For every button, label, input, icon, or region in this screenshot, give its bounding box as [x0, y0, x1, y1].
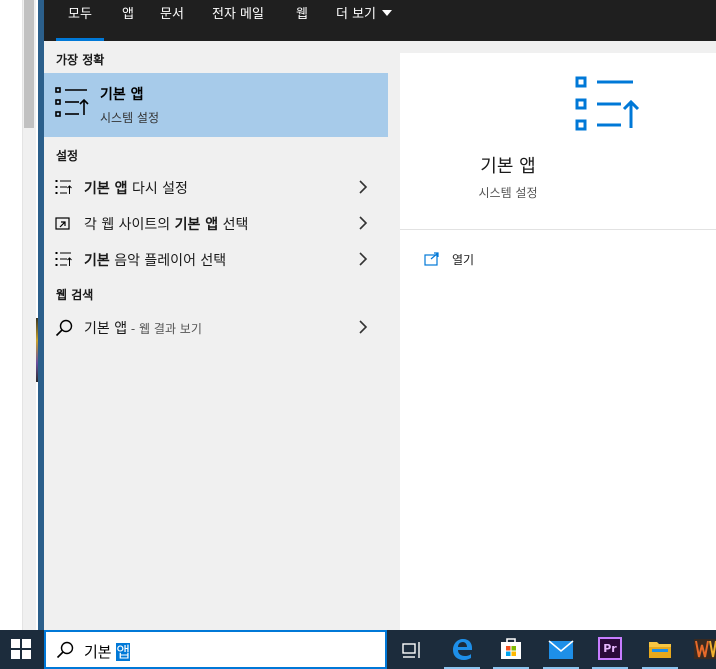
edge-taskbar-button[interactable]: [438, 630, 486, 669]
premiere-pro-icon: Pr: [598, 637, 622, 660]
preview-panel: [400, 53, 716, 630]
tab-more[interactable]: 더 보기: [336, 0, 393, 41]
panel-separator: [390, 41, 400, 630]
chevron-right-icon: [359, 320, 368, 334]
setting-label: 각 웹 사이트의: [84, 217, 175, 233]
store-icon: [501, 638, 521, 659]
search-text-selected: 앱: [116, 643, 131, 661]
tab-email[interactable]: 전자 메일: [212, 0, 264, 41]
settings-item-reset-default-apps[interactable]: 기본 앱 다시 설정: [44, 169, 388, 205]
search-filter-bar: 모두 앱 문서 전자 메일 웹 더 보기: [44, 0, 716, 41]
tab-label: 전자 메일: [212, 7, 264, 22]
search-icon: [55, 319, 73, 337]
tab-label: 웹: [296, 7, 308, 22]
task-view-button[interactable]: [388, 630, 436, 669]
default-apps-icon: [55, 180, 72, 194]
app-icon: [694, 639, 716, 659]
best-match-header: 가장 정확: [56, 53, 105, 67]
premiere-pro-taskbar-button[interactable]: Pr: [586, 630, 634, 669]
edge-icon: [453, 639, 472, 660]
default-apps-icon: [55, 87, 89, 117]
settings-item-music-player[interactable]: 기본 음악 플레이어 선택: [44, 241, 388, 277]
store-taskbar-button[interactable]: [487, 630, 535, 669]
settings-item-choose-by-protocol[interactable]: 각 웹 사이트의 기본 앱 선택: [44, 205, 388, 241]
search-box[interactable]: 기본 앱: [44, 630, 387, 669]
setting-label: 다시 설정: [127, 181, 188, 197]
chevron-down-icon: [382, 10, 393, 16]
tab-documents[interactable]: 문서: [160, 0, 184, 41]
file-explorer-taskbar-button[interactable]: [636, 630, 684, 669]
background-scrollbar-thumb[interactable]: [24, 0, 34, 128]
chevron-right-icon: [359, 216, 368, 230]
search-icon: [56, 641, 74, 659]
web-search-header: 웹 검색: [56, 288, 94, 302]
best-match-item[interactable]: 기본 앱 시스템 설정: [44, 73, 388, 137]
tab-web[interactable]: 웹: [296, 0, 308, 41]
panel-separator: [400, 41, 716, 53]
tab-all[interactable]: 모두: [56, 0, 104, 41]
web-search-query: 기본 앱: [84, 321, 128, 337]
link-app-icon: [55, 217, 70, 230]
best-match-subtitle: 시스템 설정: [100, 111, 160, 125]
chevron-right-icon: [359, 252, 368, 266]
open-icon: [424, 252, 439, 266]
default-apps-icon: [575, 76, 640, 131]
setting-bold-term: 기본 앱: [174, 217, 219, 233]
tab-label: 모두: [68, 7, 92, 22]
default-apps-icon: [55, 252, 72, 266]
preview-title: 기본 앱: [480, 156, 536, 177]
mail-icon: [548, 640, 574, 659]
setting-label: 음악 플레이어 선택: [109, 253, 227, 269]
search-text: 기본: [84, 643, 117, 661]
preview-subtitle: 시스템 설정: [478, 186, 538, 200]
setting-bold-term: 기본 앱: [84, 181, 128, 197]
setting-bold-term: 기본: [84, 253, 110, 269]
search-input[interactable]: 기본 앱: [84, 641, 131, 662]
file-explorer-icon: [649, 642, 671, 658]
settings-header: 설정: [56, 149, 79, 163]
tab-label: 더 보기: [336, 7, 377, 22]
setting-label: 선택: [218, 217, 249, 233]
preview-divider: [400, 229, 716, 230]
windows-start-icon: [11, 639, 31, 659]
tab-label: 앱: [122, 7, 134, 22]
mail-taskbar-button[interactable]: [537, 630, 585, 669]
chevron-right-icon: [359, 180, 368, 194]
web-search-suffix: - 웹 결과 보기: [127, 322, 202, 336]
open-label: 열기: [452, 253, 475, 267]
web-search-item[interactable]: 기본 앱 - 웹 결과 보기: [44, 309, 388, 345]
search-results-panel: 가장 정확 기본 앱 시스템 설정 설정 기본 앱 다시 설정 각 웹 사이트의…: [44, 41, 390, 630]
app-taskbar-button[interactable]: [686, 630, 716, 669]
task-view-icon: [402, 642, 420, 658]
tab-label: 문서: [160, 7, 184, 22]
start-button[interactable]: [0, 630, 44, 669]
tab-apps[interactable]: 앱: [122, 0, 134, 41]
best-match-title: 기본 앱: [100, 87, 144, 103]
